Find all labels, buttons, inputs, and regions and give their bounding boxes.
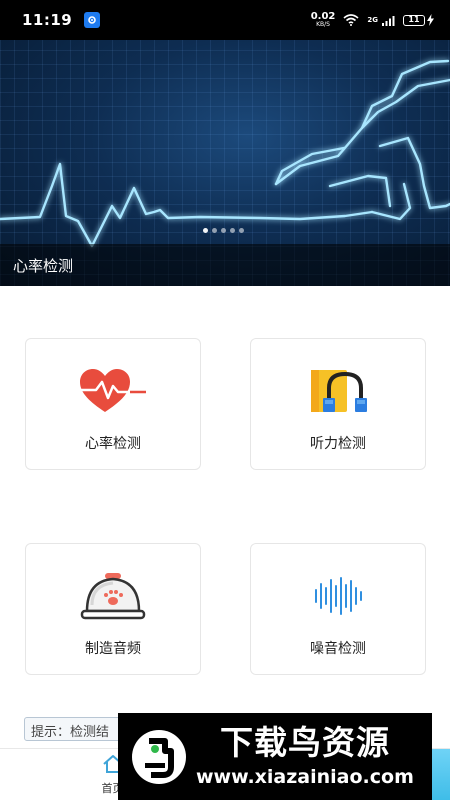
carousel-dot[interactable] — [239, 228, 244, 233]
status-bar: 11:19 0.02 KB/S 2G 11 — [0, 0, 450, 40]
banner-carousel[interactable]: 心率检测 — [0, 36, 450, 286]
app-screen: 心率检测 11:19 0.02 KB/S 2G 11 心率检测 听力检测 制造音… — [0, 0, 450, 800]
watermark-text: 下载鸟资源 www.xiazainiao.com — [196, 723, 414, 788]
noise-test-card[interactable]: 噪音检测 — [250, 543, 426, 675]
battery-indicator: 11 — [403, 11, 434, 30]
wifi-icon — [343, 11, 359, 30]
watermark-url: www.xiazainiao.com — [196, 765, 414, 788]
carousel-dot[interactable] — [221, 228, 226, 233]
bird-logo-icon — [128, 726, 190, 788]
network-type-label: 2G — [367, 16, 378, 24]
carousel-dots — [203, 228, 244, 233]
heart-rate-label: 心率检测 — [85, 436, 141, 452]
headphones-icon — [303, 365, 373, 417]
hearing-test-label: 听力检测 — [310, 436, 366, 452]
battery-level: 11 — [403, 14, 425, 26]
network-speed: 0.02 KB/S — [311, 12, 336, 28]
signal-icon — [382, 11, 395, 30]
carousel-dot[interactable] — [230, 228, 235, 233]
hearing-test-card[interactable]: 听力检测 — [250, 338, 426, 470]
make-audio-card[interactable]: 制造音频 — [25, 543, 201, 675]
notification-app-icon — [84, 12, 101, 28]
sound-wave-icon — [303, 570, 373, 622]
banner-caption: 心率检测 — [13, 256, 74, 275]
net-speed-unit: KB/S — [316, 21, 330, 28]
heart-rate-card[interactable]: 心率检测 — [25, 338, 201, 470]
charging-icon — [427, 11, 434, 30]
carousel-dot[interactable] — [212, 228, 217, 233]
carousel-dot[interactable] — [203, 228, 208, 233]
heart-rate-icon — [78, 365, 148, 417]
watermark-title: 下载鸟资源 — [219, 723, 390, 763]
make-audio-label: 制造音频 — [85, 641, 141, 657]
banner-caption-bar: 心率检测 — [0, 244, 450, 286]
status-indicators: 0.02 KB/S 2G 11 — [311, 11, 434, 30]
noise-test-label: 噪音检测 — [310, 641, 366, 657]
status-time: 11:19 — [22, 11, 73, 29]
cloche-icon — [78, 570, 148, 622]
watermark-banner: 下载鸟资源 www.xiazainiao.com — [118, 713, 432, 800]
